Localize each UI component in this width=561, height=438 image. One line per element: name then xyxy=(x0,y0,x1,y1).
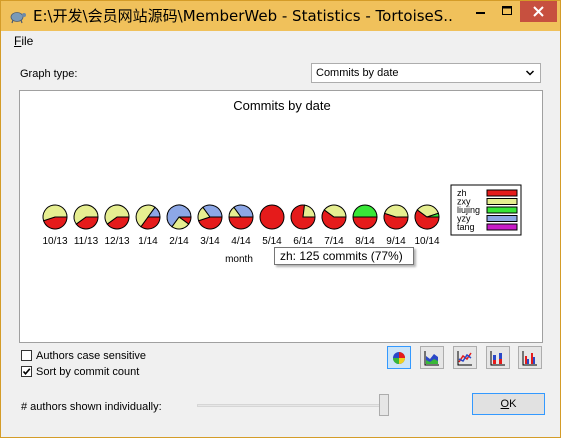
x-tick-label: 10/14 xyxy=(414,236,439,247)
tortoise-app-icon xyxy=(10,12,26,24)
statistics-window: E:\开发\会员网站源码\MemberWeb - Statistics - To… xyxy=(0,0,561,438)
legend-swatch xyxy=(486,189,518,197)
legend-swatch xyxy=(486,215,518,222)
pie-slice xyxy=(228,216,254,230)
pie-slice xyxy=(352,216,378,230)
authors-case-sensitive-checkbox[interactable] xyxy=(21,350,32,361)
stacked-bar-chart-button[interactable] xyxy=(486,346,510,369)
authors-slider-track[interactable] xyxy=(197,404,387,407)
bar-chart-icon xyxy=(522,351,537,366)
authors-case-sensitive-label: Authors case sensitive xyxy=(36,350,147,362)
minimize-button[interactable] xyxy=(467,1,494,22)
pie-slice xyxy=(302,204,316,218)
graph-type-value: Commits by date xyxy=(316,67,399,79)
pie-chart-icon xyxy=(393,352,405,364)
maximize-icon xyxy=(502,6,512,15)
sort-by-commit-count-label: Sort by commit count xyxy=(36,366,140,378)
close-button[interactable] xyxy=(520,1,557,22)
area-chart-icon xyxy=(424,351,439,366)
x-tick-label: 3/14 xyxy=(200,236,220,247)
menu-file[interactable]: File xyxy=(14,34,33,48)
line-chart-icon xyxy=(457,351,472,366)
pie-slice xyxy=(259,204,285,230)
x-tick-label: 2/14 xyxy=(169,236,189,247)
authors-slider-thumb[interactable] xyxy=(379,394,389,416)
maximize-button[interactable] xyxy=(494,1,520,22)
title-bar[interactable]: E:\开发\会员网站源码\MemberWeb - Statistics - To… xyxy=(1,1,560,31)
x-tick-label: 10/13 xyxy=(42,236,67,247)
graph-type-label: Graph type: xyxy=(20,68,78,80)
area-chart-button[interactable] xyxy=(420,346,444,369)
x-tick-label: 12/13 xyxy=(104,236,129,247)
minimize-icon xyxy=(476,12,485,14)
stacked-bar-chart-icon xyxy=(490,351,505,366)
slice-tooltip: zh: 125 commits (77%) xyxy=(274,247,414,265)
x-tick-label: 4/14 xyxy=(231,236,251,247)
legend-label: tang xyxy=(457,222,475,232)
x-tick-label: 6/14 xyxy=(293,236,313,247)
chart-area: Commits by date 10/13 11/13 12/13 1/14 2/14 3/… xyxy=(19,90,543,343)
menu-file-label: ile xyxy=(21,34,34,48)
legend-swatch xyxy=(486,206,518,214)
ok-mnemonic: O xyxy=(500,398,510,410)
sort-by-commit-count-checkbox[interactable] xyxy=(21,366,32,377)
window-title: E:\开发\会员网站源码\MemberWeb - Statistics - To… xyxy=(33,7,453,25)
legend-swatch xyxy=(486,223,518,231)
x-tick-label: 8/14 xyxy=(355,236,375,247)
close-icon xyxy=(533,6,544,17)
x-tick-label: 11/13 xyxy=(74,236,99,247)
x-tick-label: 5/14 xyxy=(262,236,282,247)
menu-bar: File xyxy=(1,31,560,51)
ok-label: K xyxy=(509,398,517,410)
x-tick-label: 1/14 xyxy=(138,236,158,247)
x-tick-label: 7/14 xyxy=(324,236,344,247)
bar-chart-button[interactable] xyxy=(518,346,542,369)
chevron-down-icon xyxy=(525,70,535,76)
pie-chart-button[interactable] xyxy=(387,346,411,369)
ok-button[interactable]: OK xyxy=(472,393,545,415)
authors-shown-label: # authors shown individually: xyxy=(21,401,162,413)
checkmark-icon xyxy=(22,368,31,376)
commits-by-date-chart: Commits by date 10/13 11/13 12/13 1/14 2/14 3/… xyxy=(42,98,522,265)
x-axis-label: month xyxy=(225,254,253,265)
chart-title: Commits by date xyxy=(233,98,331,113)
legend-swatch xyxy=(486,198,518,205)
x-tick-label: 9/14 xyxy=(386,236,406,247)
line-chart-button[interactable] xyxy=(453,346,477,369)
graph-type-select[interactable]: Commits by date xyxy=(311,63,541,83)
pie-slice xyxy=(352,204,378,218)
